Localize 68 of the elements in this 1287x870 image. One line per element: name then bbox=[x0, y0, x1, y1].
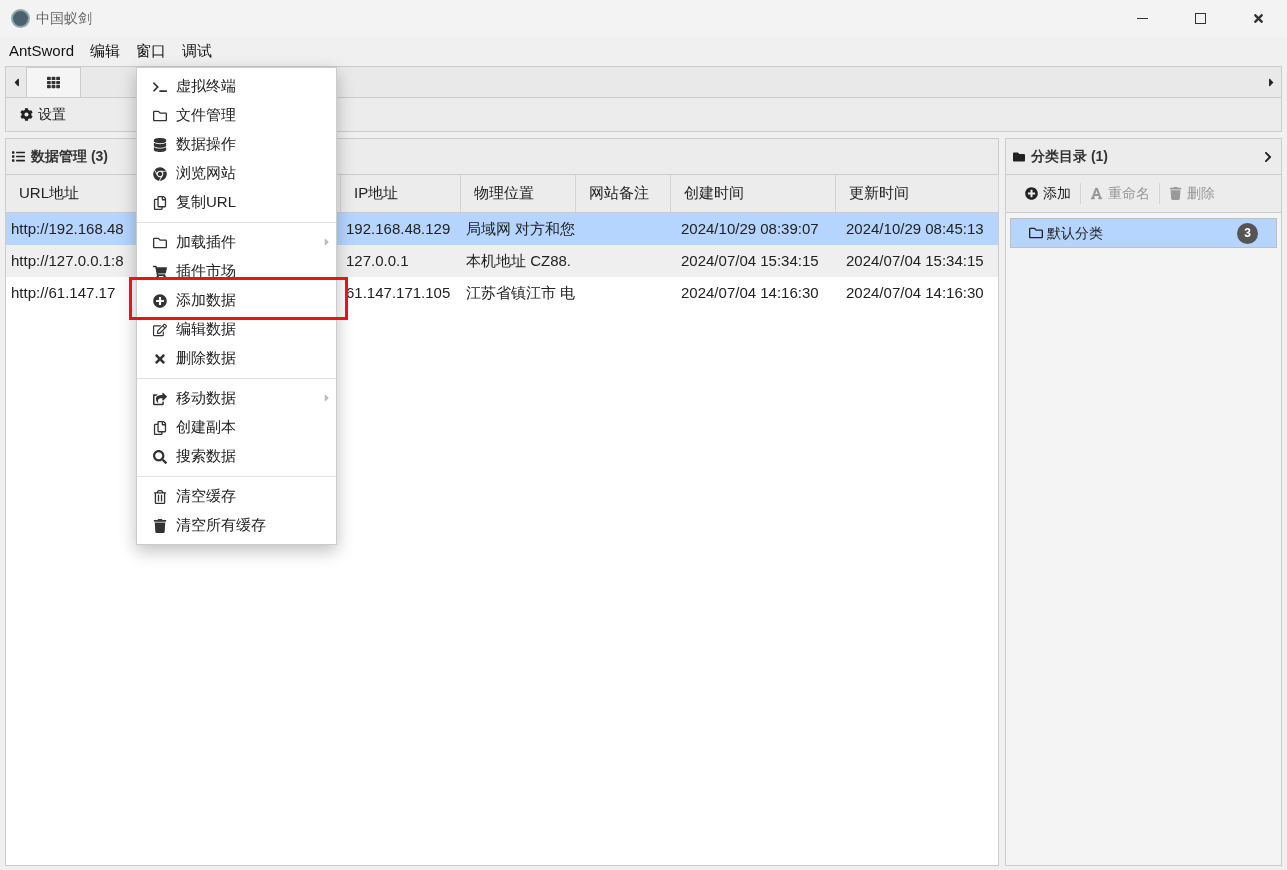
trash-icon bbox=[153, 518, 167, 533]
column-header[interactable]: IP地址 bbox=[341, 175, 461, 212]
table-cell-text: 江苏省镇江市 电 bbox=[466, 282, 576, 303]
grid-tab[interactable] bbox=[26, 67, 81, 97]
context-menu-item[interactable]: 清空所有缓存 bbox=[137, 511, 336, 540]
table-cell-text: 2024/10/29 08:45:13 bbox=[846, 218, 984, 239]
table-cell-text: 2024/10/29 08:39:07 bbox=[681, 218, 819, 239]
column-header[interactable]: 创建时间 bbox=[671, 175, 836, 212]
context-menu-item[interactable]: 文件管理 bbox=[137, 101, 336, 130]
panel-title: 分类目录 (1) bbox=[1031, 147, 1108, 166]
context-menu-item[interactable]: 数据操作 bbox=[137, 130, 336, 159]
count-badge: 3 bbox=[1237, 222, 1258, 244]
table-cell-text: 127.0.0.1 bbox=[346, 250, 409, 271]
context-menu-item[interactable]: 虚拟终端 bbox=[137, 72, 336, 101]
table-cell-text: 2024/07/04 15:34:15 bbox=[846, 250, 984, 271]
folder-icon bbox=[153, 108, 167, 123]
context-menu-item[interactable]: 浏览网站 bbox=[137, 159, 336, 188]
category-item[interactable]: 默认分类 3 bbox=[1010, 218, 1277, 248]
settings-button[interactable]: 设置 bbox=[20, 104, 66, 125]
category-label: 默认分类 bbox=[1047, 223, 1103, 243]
table-cell-text: 本机地址 CZ88. bbox=[466, 250, 571, 271]
share-icon bbox=[153, 391, 167, 406]
list-icon bbox=[12, 150, 25, 163]
app-logo-icon bbox=[11, 9, 30, 28]
close-icon bbox=[153, 351, 167, 366]
font-icon bbox=[1090, 187, 1103, 200]
cart-icon bbox=[153, 264, 167, 279]
menu-item[interactable]: AntSword bbox=[9, 40, 75, 63]
window-title: 中国蚁剑 bbox=[36, 9, 92, 28]
column-header[interactable]: 更新时间 bbox=[836, 175, 999, 212]
table-cell-text: 2024/07/04 15:34:15 bbox=[681, 250, 819, 271]
grid-icon bbox=[47, 76, 60, 89]
table-cell-text: http://192.168.48 bbox=[11, 218, 124, 239]
toolbar-button[interactable]: 添加 bbox=[1016, 183, 1080, 204]
context-menu-item[interactable]: 移动数据 bbox=[137, 384, 336, 413]
menu-item[interactable]: 窗口 bbox=[136, 40, 167, 63]
search-icon bbox=[153, 449, 167, 464]
table-cell-text: 2024/07/04 14:16:30 bbox=[846, 282, 984, 303]
table-cell-text: 61.147.171.105 bbox=[346, 282, 451, 303]
gear-icon bbox=[20, 108, 33, 121]
copy-icon bbox=[153, 420, 167, 435]
trash-icon bbox=[1169, 187, 1182, 200]
collapse-icon[interactable] bbox=[1262, 150, 1274, 163]
context-menu-item[interactable]: 清空缓存 bbox=[137, 482, 336, 511]
column-header[interactable]: 物理位置 bbox=[461, 175, 576, 212]
menu-item[interactable]: 编辑 bbox=[90, 40, 121, 63]
table-cell-text: http://127.0.0.1:8 bbox=[11, 250, 124, 271]
folder-icon bbox=[1013, 150, 1025, 163]
terminal-icon bbox=[153, 79, 167, 94]
menu-item[interactable]: 调试 bbox=[182, 40, 213, 63]
close-icon bbox=[1251, 12, 1265, 25]
panel-title: 数据管理 (3) bbox=[31, 147, 108, 166]
copy-icon bbox=[153, 195, 167, 210]
database-icon bbox=[153, 137, 167, 152]
trash-icon bbox=[153, 489, 167, 504]
table-cell-text: 192.168.48.129 bbox=[346, 218, 451, 239]
folder-icon bbox=[153, 235, 167, 250]
table-cell-text: 2024/07/04 14:16:30 bbox=[681, 282, 819, 303]
context-menu-item[interactable]: 搜索数据 bbox=[137, 442, 336, 471]
context-menu-item[interactable]: 创建副本 bbox=[137, 413, 336, 442]
context-menu-item[interactable]: 编辑数据 bbox=[137, 315, 336, 344]
table-cell-text: http://61.147.17 bbox=[11, 282, 116, 303]
table-cell-text: 局域网 对方和您 bbox=[466, 218, 576, 239]
browser-icon bbox=[153, 166, 167, 181]
context-menu-item[interactable]: 删除数据 bbox=[137, 344, 336, 373]
column-header[interactable]: 网站备注 bbox=[576, 175, 671, 212]
folder-icon bbox=[1029, 226, 1043, 240]
edit-icon bbox=[153, 322, 167, 337]
